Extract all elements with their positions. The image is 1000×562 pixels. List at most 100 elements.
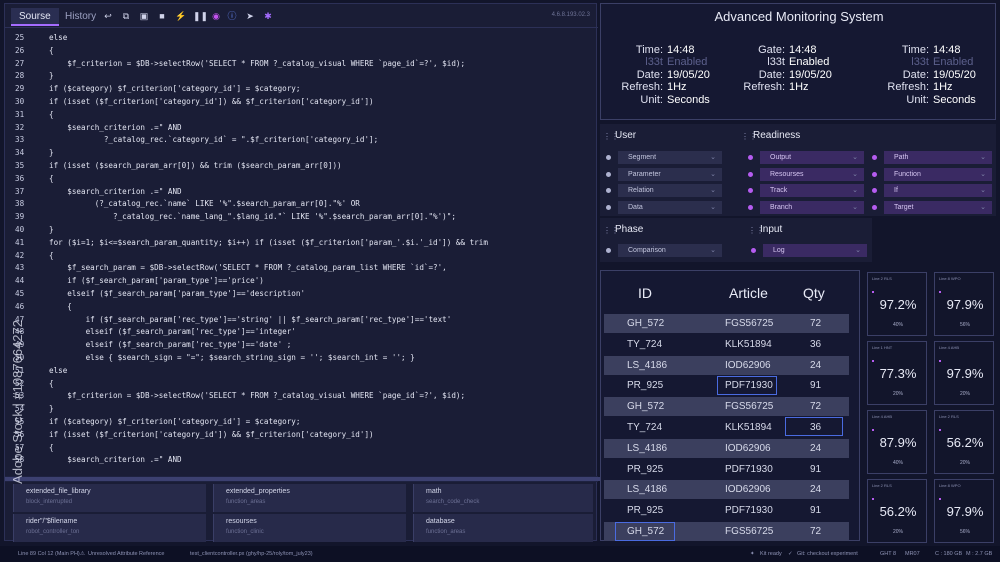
option-dropdown[interactable]: Track ⌄ — [744, 184, 864, 197]
radio-icon[interactable] — [606, 155, 611, 160]
code-line[interactable]: 35 if (isset ($search_param_arr[0]) && tr… — [5, 160, 598, 173]
table-row[interactable]: PR_925 PDF71930 91 — [604, 460, 849, 479]
debug-icon[interactable]: ✱ — [263, 11, 273, 21]
gauge-tile[interactable]: Line 4 AHB 87.9% 40% — [867, 410, 927, 474]
git-status[interactable]: Git: checkout experiment — [797, 546, 858, 562]
tab-sourse[interactable]: Sourse — [11, 8, 59, 26]
code-line[interactable]: 43 $f_search_param = $DB->selectRow('SEL… — [5, 262, 598, 275]
code-line[interactable]: 36 { — [5, 173, 598, 186]
table-row[interactable]: TY_724 KLK51894 36 — [604, 335, 849, 354]
radio-icon[interactable] — [748, 171, 753, 177]
option-dropdown[interactable]: Relation ⌄ — [602, 184, 722, 197]
option-dropdown[interactable]: Parameter ⌄ — [602, 167, 722, 181]
code-line[interactable]: 42 { — [5, 250, 598, 263]
code-line[interactable]: 56 if (isset ($f_criterion['category_id']… — [5, 429, 598, 442]
code-line[interactable]: 52{ — [5, 378, 598, 391]
library-card[interactable]: database function_areas — [413, 514, 593, 542]
code-line[interactable]: 29 if ($category) $f_criterion['category_… — [5, 83, 598, 96]
gauge-tile[interactable]: Line 1 HNT 77.3% 20% — [867, 341, 927, 405]
code-line[interactable]: 44 if ($f_search_param['param_type']=='p… — [5, 275, 598, 288]
option-dropdown[interactable]: Output ⌄ — [744, 151, 864, 164]
option-dropdown[interactable]: Log ⌄ — [747, 244, 867, 257]
code-line[interactable]: 33 ?_catalog_rec.`category_id` = ".$f_cr… — [5, 134, 598, 147]
code-line[interactable]: 30 if (isset ($f_criterion['category_id']… — [5, 96, 598, 109]
copy-icon[interactable]: ⧉ — [121, 11, 131, 21]
selected-cell[interactable] — [717, 376, 777, 395]
option-dropdown[interactable]: Data ⌄ — [602, 200, 722, 214]
table-row[interactable]: LS_4186 IOD62906 24 — [604, 480, 849, 500]
code-line[interactable]: 55 if ($category) $f_criterion['category_… — [5, 416, 598, 429]
radio-icon[interactable] — [606, 171, 611, 177]
table-row[interactable]: GH_572 FGS56725 72 — [604, 397, 849, 417]
column-header-id[interactable]: ID — [638, 285, 652, 301]
radio-icon[interactable] — [606, 248, 611, 253]
pause-icon[interactable]: ❚❚ — [193, 11, 208, 21]
library-card[interactable]: extended_file_library block_interrupted — [13, 484, 206, 512]
kit-status[interactable]: Kit ready — [760, 546, 782, 562]
code-line[interactable]: 37 $search_criterion .=" AND — [5, 186, 598, 199]
option-dropdown[interactable]: Resourses ⌄ — [744, 167, 864, 181]
table-row[interactable]: LS_4186 IOD62906 24 — [604, 438, 849, 458]
record-icon[interactable]: ◉ — [211, 11, 221, 21]
radio-icon[interactable] — [606, 204, 611, 210]
tab-history[interactable]: History — [57, 8, 104, 26]
code-line[interactable]: 45 elseif ($f_search_param['param_type']… — [5, 288, 598, 301]
radio-icon[interactable] — [748, 188, 753, 193]
option-dropdown[interactable]: Function ⌄ — [868, 167, 992, 181]
stop-icon[interactable]: ■ — [157, 11, 167, 21]
undo-icon[interactable]: ↩ — [103, 11, 113, 21]
info-icon[interactable]: ⓘ — [227, 11, 237, 21]
cursor-icon[interactable]: ➤ — [245, 11, 255, 21]
library-card[interactable]: resourses function_clinic — [213, 514, 406, 542]
file-path[interactable]: test_clientcontroller.px (ghy/hp-25/roly… — [190, 546, 313, 562]
column-header-qty[interactable]: Qty — [803, 285, 825, 301]
option-dropdown[interactable]: Target ⌄ — [868, 200, 992, 214]
radio-icon[interactable] — [748, 204, 753, 210]
library-card[interactable]: rider"/"$filename robot_controller_ton — [13, 514, 206, 542]
radio-icon[interactable] — [872, 204, 877, 210]
radio-icon[interactable] — [872, 188, 877, 193]
code-line[interactable]: 49 elseif ($f_search_param['rec_type']==… — [5, 339, 598, 352]
table-row[interactable]: LS_4186 IOD62906 24 — [604, 355, 849, 375]
option-dropdown[interactable]: If ⌄ — [868, 184, 992, 197]
code-line[interactable]: 47 if ($f_search_param['rec_type']=='str… — [5, 314, 598, 327]
gauge-tile[interactable]: Line 4 AHB 97.9% 20% — [934, 341, 994, 405]
code-line[interactable]: 26 { — [5, 45, 598, 58]
code-line[interactable]: 25 else — [5, 32, 598, 45]
radio-icon[interactable] — [872, 155, 877, 160]
box-icon[interactable]: ▣ — [139, 11, 149, 21]
option-dropdown[interactable]: Comparison ⌄ — [602, 244, 722, 257]
code-line[interactable]: 54} — [5, 403, 598, 416]
selected-cell[interactable] — [785, 417, 843, 436]
gauge-tile[interactable]: Line 8 WPO 97.9% 56% — [934, 479, 994, 543]
code-line[interactable]: 27 $f_criterion = $DB->selectRow('SELECT… — [5, 58, 598, 71]
radio-icon[interactable] — [606, 188, 611, 193]
gauge-tile[interactable]: Line 8 WPO 97.9% 56% — [934, 272, 994, 336]
code-line[interactable]: 51 else — [5, 365, 598, 378]
option-dropdown[interactable]: Path ⌄ — [868, 151, 992, 164]
code-line[interactable]: 41 for ($i=1; $i<=$search_param_quantity;… — [5, 237, 598, 250]
code-line[interactable]: 38 (?_catalog_rec.`name` LIKE '%".$searc… — [5, 198, 598, 211]
code-line[interactable]: 58 $search_criterion .=" AND — [5, 454, 598, 467]
code-line[interactable]: 34} — [5, 147, 598, 160]
radio-icon[interactable] — [751, 248, 756, 253]
gauge-tile[interactable]: Line 2 RLS 56.2% 20% — [934, 410, 994, 474]
code-line[interactable]: 46 { — [5, 301, 598, 314]
selected-cell[interactable] — [615, 522, 675, 541]
code-line[interactable]: 40} — [5, 224, 598, 237]
library-card[interactable]: math search_code_check — [413, 484, 593, 512]
code-line[interactable]: 32 $search_criterion .=" AND — [5, 122, 598, 135]
code-line[interactable]: 48 elseif ($f_search_param['rec_type']==… — [5, 326, 598, 339]
code-line[interactable]: 50 else { $search_sign = "="; $search_st… — [5, 352, 598, 365]
warning-text[interactable]: Unresolved Attribute Reference — [88, 546, 164, 562]
radio-icon[interactable] — [748, 155, 753, 160]
code-line[interactable]: 28} — [5, 70, 598, 83]
option-dropdown[interactable]: Segment ⌄ — [602, 151, 722, 164]
code-line[interactable]: 57{ — [5, 442, 598, 455]
radio-icon[interactable] — [872, 171, 877, 177]
run-icon[interactable]: ⚡ — [175, 11, 186, 21]
library-card[interactable]: extended_properties function_areas — [213, 484, 406, 512]
cursor-position[interactable]: Line 89 Col 12 (Main PH) — [18, 546, 80, 562]
gauge-tile[interactable]: Line 2 RLS 56.2% 20% — [867, 479, 927, 543]
column-header-article[interactable]: Article — [729, 285, 768, 301]
